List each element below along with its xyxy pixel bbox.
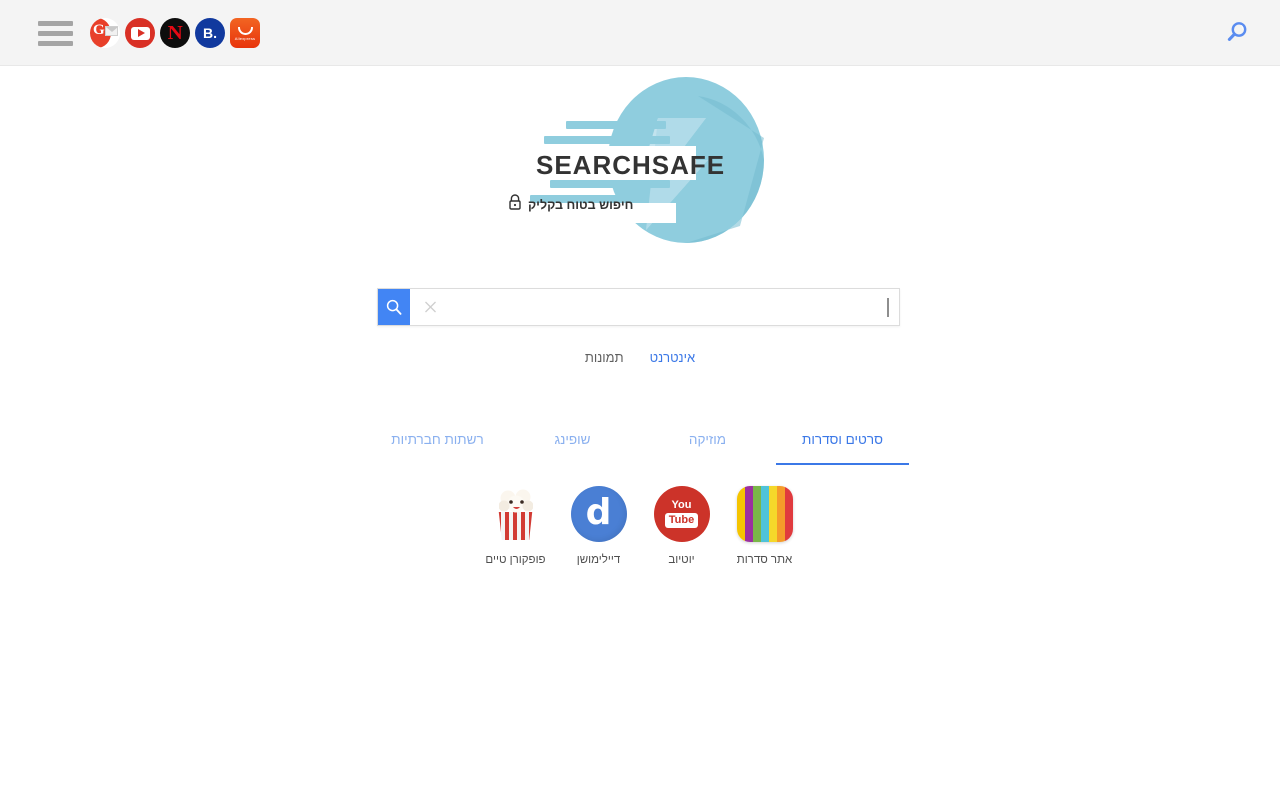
search-icon — [386, 299, 402, 315]
stripe — [752, 486, 761, 542]
youtube-word-you: You — [671, 499, 692, 511]
logo-wordmark: SEARCHSAFE — [536, 150, 726, 180]
stripe — [744, 486, 753, 542]
toolbar-left-group: G N B. Aliexpress — [38, 0, 265, 66]
shortcut-series-site[interactable]: אתר סדרות — [723, 486, 806, 566]
popcorn-time-icon — [488, 486, 544, 542]
tab-movies-and-series[interactable]: סרטים וסדרות — [775, 432, 910, 465]
tab-social-networks[interactable]: רשתות חברתיות — [370, 432, 505, 465]
search-input[interactable] — [410, 289, 899, 325]
dailymotion-letter: d — [585, 491, 612, 533]
shortcut-tiles: אתר סדרות You Tube יוטיוב d דיילימושן פו… — [0, 486, 1280, 566]
stripe — [760, 486, 769, 542]
gmail-letter: G — [93, 22, 105, 38]
shortcut-popcorn-time[interactable]: פופקורן טיים — [474, 486, 557, 566]
tab-music[interactable]: מוזיקה — [640, 432, 775, 465]
dailymotion-icon: d — [570, 486, 627, 542]
stripe — [736, 486, 745, 542]
shortcut-label: יוטיוב — [668, 554, 695, 566]
shortcut-youtube[interactable]: You Tube יוטיוב — [640, 486, 723, 566]
series-stripes-icon — [736, 486, 793, 542]
searchsafe-logo[interactable]: SEARCHSAFE חיפוש בטוח בקליק — [500, 76, 780, 256]
search-field-wrapper[interactable] — [410, 289, 899, 325]
aliexpress-wordmark: Aliexpress — [234, 36, 256, 42]
youtube-icon: You Tube — [653, 486, 710, 542]
bookmark-youtube-icon[interactable] — [125, 18, 155, 48]
booking-letter: B. — [203, 25, 217, 41]
gmail-envelope-shape — [105, 26, 118, 36]
text-cursor — [887, 298, 889, 317]
hamburger-menu-icon[interactable] — [38, 18, 74, 48]
youtube-play-triangle — [137, 29, 145, 37]
logo-container: SEARCHSAFE חיפוש בטוח בקליק — [0, 76, 1280, 256]
youtube-play-box — [130, 26, 150, 40]
shortcut-label: דיילימושן — [576, 554, 621, 566]
aliexpress-smile-shape — [237, 26, 253, 35]
stripe — [776, 486, 785, 542]
mode-tab-images[interactable]: תמונות — [585, 350, 624, 365]
clear-search-icon[interactable] — [424, 301, 437, 314]
category-tabs: סרטים וסדרות מוזיקה שופינג רשתות חברתיות — [0, 432, 1280, 465]
bookmark-booking-icon[interactable]: B. — [195, 18, 225, 48]
bookmark-netflix-icon[interactable]: N — [160, 18, 190, 48]
bookmark-aliexpress-icon[interactable]: Aliexpress — [230, 18, 260, 48]
search-bar[interactable] — [377, 288, 900, 326]
toolbar-search-icon[interactable] — [1222, 18, 1252, 48]
youtube-word-tube: Tube — [664, 513, 699, 528]
mode-tab-internet[interactable]: אינטרנט — [650, 350, 696, 365]
search-mode-tabs: אינטרנט תמונות — [0, 350, 1280, 365]
netflix-letter: N — [167, 22, 183, 44]
logo-tagline-row: חיפוש בטוח בקליק — [508, 194, 688, 215]
tab-shopping[interactable]: שופינג — [505, 432, 640, 465]
shortcut-label: פופקורן טיים — [485, 554, 546, 566]
popcorn-box-shape — [498, 512, 533, 540]
hamburger-bar — [38, 30, 73, 36]
stripe — [784, 486, 793, 542]
search-submit-button[interactable] — [378, 289, 410, 325]
logo-tagline: חיפוש בטוח בקליק — [528, 197, 634, 212]
stripe — [768, 486, 777, 542]
lock-icon — [508, 194, 522, 215]
browser-toolbar: G N B. Aliexpress — [0, 0, 1280, 66]
popcorn-face-shape — [498, 489, 533, 513]
shortcut-dailymotion[interactable]: d דיילימושן — [557, 486, 640, 566]
hamburger-bar — [38, 40, 73, 46]
bookmark-gmail-icon[interactable]: G — [90, 18, 120, 48]
shortcut-label: אתר סדרות — [736, 554, 793, 566]
hamburger-bar — [38, 20, 73, 26]
